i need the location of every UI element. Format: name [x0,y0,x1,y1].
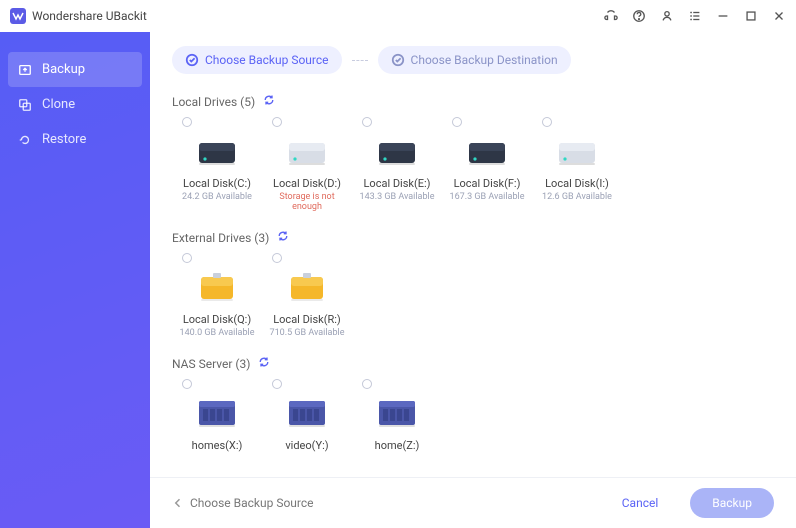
refresh-icon[interactable] [258,356,270,371]
drive-radio[interactable] [362,117,372,127]
step-source-label: Choose Backup Source [205,53,329,67]
step-source[interactable]: Choose Backup Source [172,46,342,74]
drive-item[interactable]: Local Disk(I:) 12.6 GB Available [532,115,622,218]
drive-label: Local Disk(R:) [273,313,341,326]
sidebar-item-label: Restore [42,132,86,147]
app-body: Backup Clone Restore Choose Backup Sourc… [0,32,796,528]
footer: Choose Backup Source Cancel Backup [150,477,796,528]
backup-icon [18,63,32,77]
content: Choose Backup Source Choose Backup Desti… [150,32,796,528]
nas-drive-grid: homes(X:) video(Y:) home(Z:) [172,377,774,458]
step-separator [352,60,368,61]
drive-item[interactable]: Local Disk(Q:) 140.0 GB Available [172,251,262,344]
drive-subtext: 167.3 GB Available [450,192,525,202]
drive-label: home(Z:) [375,439,420,452]
step-indicator: Choose Backup Source Choose Backup Desti… [150,32,796,82]
step-destination-label: Choose Backup Destination [411,53,558,67]
drive-icon [553,131,601,171]
drive-icon [193,393,241,433]
drive-label: video(Y:) [285,439,328,452]
cancel-button[interactable]: Cancel [600,488,681,518]
section-nas-title: NAS Server (3) [172,357,250,371]
sidebar-item-clone[interactable]: Clone [0,87,150,122]
drive-icon [463,131,511,171]
drive-radio[interactable] [362,379,372,389]
drive-subtext: 140.0 GB Available [180,328,255,338]
drive-label: Local Disk(I:) [545,177,609,190]
drive-subtext: 12.6 GB Available [542,192,612,202]
user-icon[interactable] [660,9,674,23]
clone-icon [18,98,32,112]
check-circle-icon [391,53,405,67]
drive-subtext: 24.2 GB Available [182,192,252,202]
drive-icon [283,267,331,307]
step-destination[interactable]: Choose Backup Destination [378,46,571,74]
external-drive-grid: Local Disk(Q:) 140.0 GB Available Local … [172,251,774,344]
drive-icon [373,131,421,171]
drive-radio[interactable] [182,117,192,127]
drive-item[interactable]: video(Y:) [262,377,352,458]
sidebar: Backup Clone Restore [0,32,150,528]
local-drive-grid: Local Disk(C:) 24.2 GB Available Local D… [172,115,774,218]
support-icon[interactable] [604,9,618,23]
minimize-icon[interactable] [716,9,730,23]
section-external-title: External Drives (3) [172,231,269,245]
app-title: Wondershare UBackit [32,9,147,23]
section-local-header: Local Drives (5) [172,94,774,109]
drive-radio[interactable] [452,117,462,127]
drive-radio[interactable] [182,253,192,263]
drive-item[interactable]: Local Disk(D:) Storage is not enough [262,115,352,218]
refresh-icon[interactable] [277,230,289,245]
drive-subtext: 710.5 GB Available [270,328,345,338]
drive-label: Local Disk(C:) [183,177,251,190]
maximize-icon[interactable] [744,9,758,23]
drive-area[interactable]: Local Drives (5) Local Disk(C:) 24.2 GB … [150,82,796,477]
titlebar-left: Wondershare UBackit [10,8,147,24]
drive-label: Local Disk(E:) [364,177,431,190]
drive-label: homes(X:) [192,439,243,452]
drive-subtext: 143.3 GB Available [360,192,435,202]
drive-subtext: Storage is not enough [264,192,350,212]
drive-icon [193,131,241,171]
drive-item[interactable]: homes(X:) [172,377,262,458]
drive-item[interactable]: home(Z:) [352,377,442,458]
drive-icon [193,267,241,307]
drive-item[interactable]: Local Disk(E:) 143.3 GB Available [352,115,442,218]
drive-radio[interactable] [272,117,282,127]
drive-radio[interactable] [272,253,282,263]
drive-item[interactable]: Local Disk(R:) 710.5 GB Available [262,251,352,344]
sidebar-item-label: Backup [42,62,85,77]
drive-item[interactable]: Local Disk(C:) 24.2 GB Available [172,115,262,218]
sidebar-item-label: Clone [42,97,75,112]
close-icon[interactable] [772,9,786,23]
drive-radio[interactable] [542,117,552,127]
footer-actions: Cancel Backup [600,488,774,518]
drive-icon [283,393,331,433]
menu-icon[interactable] [688,9,702,23]
titlebar: Wondershare UBackit [0,0,796,32]
sidebar-item-backup[interactable]: Backup [8,52,142,87]
drive-label: Local Disk(F:) [454,177,521,190]
drive-label: Local Disk(D:) [273,177,341,190]
drive-icon [283,131,331,171]
section-external-header: External Drives (3) [172,230,774,245]
drive-label: Local Disk(Q:) [183,313,251,326]
restore-icon [18,133,32,147]
sidebar-item-restore[interactable]: Restore [0,122,150,157]
app-logo-icon [10,8,26,24]
drive-item[interactable]: Local Disk(F:) 167.3 GB Available [442,115,532,218]
titlebar-actions [604,9,786,23]
chevron-left-icon [172,497,184,509]
section-local-title: Local Drives (5) [172,95,255,109]
refresh-icon[interactable] [263,94,275,109]
section-nas-header: NAS Server (3) [172,356,774,371]
drive-radio[interactable] [272,379,282,389]
check-circle-icon [185,53,199,67]
drive-icon [373,393,421,433]
drive-radio[interactable] [182,379,192,389]
backup-button[interactable]: Backup [690,488,774,518]
footer-hint-label: Choose Backup Source [190,496,314,510]
help-icon[interactable] [632,9,646,23]
footer-hint: Choose Backup Source [172,496,314,510]
